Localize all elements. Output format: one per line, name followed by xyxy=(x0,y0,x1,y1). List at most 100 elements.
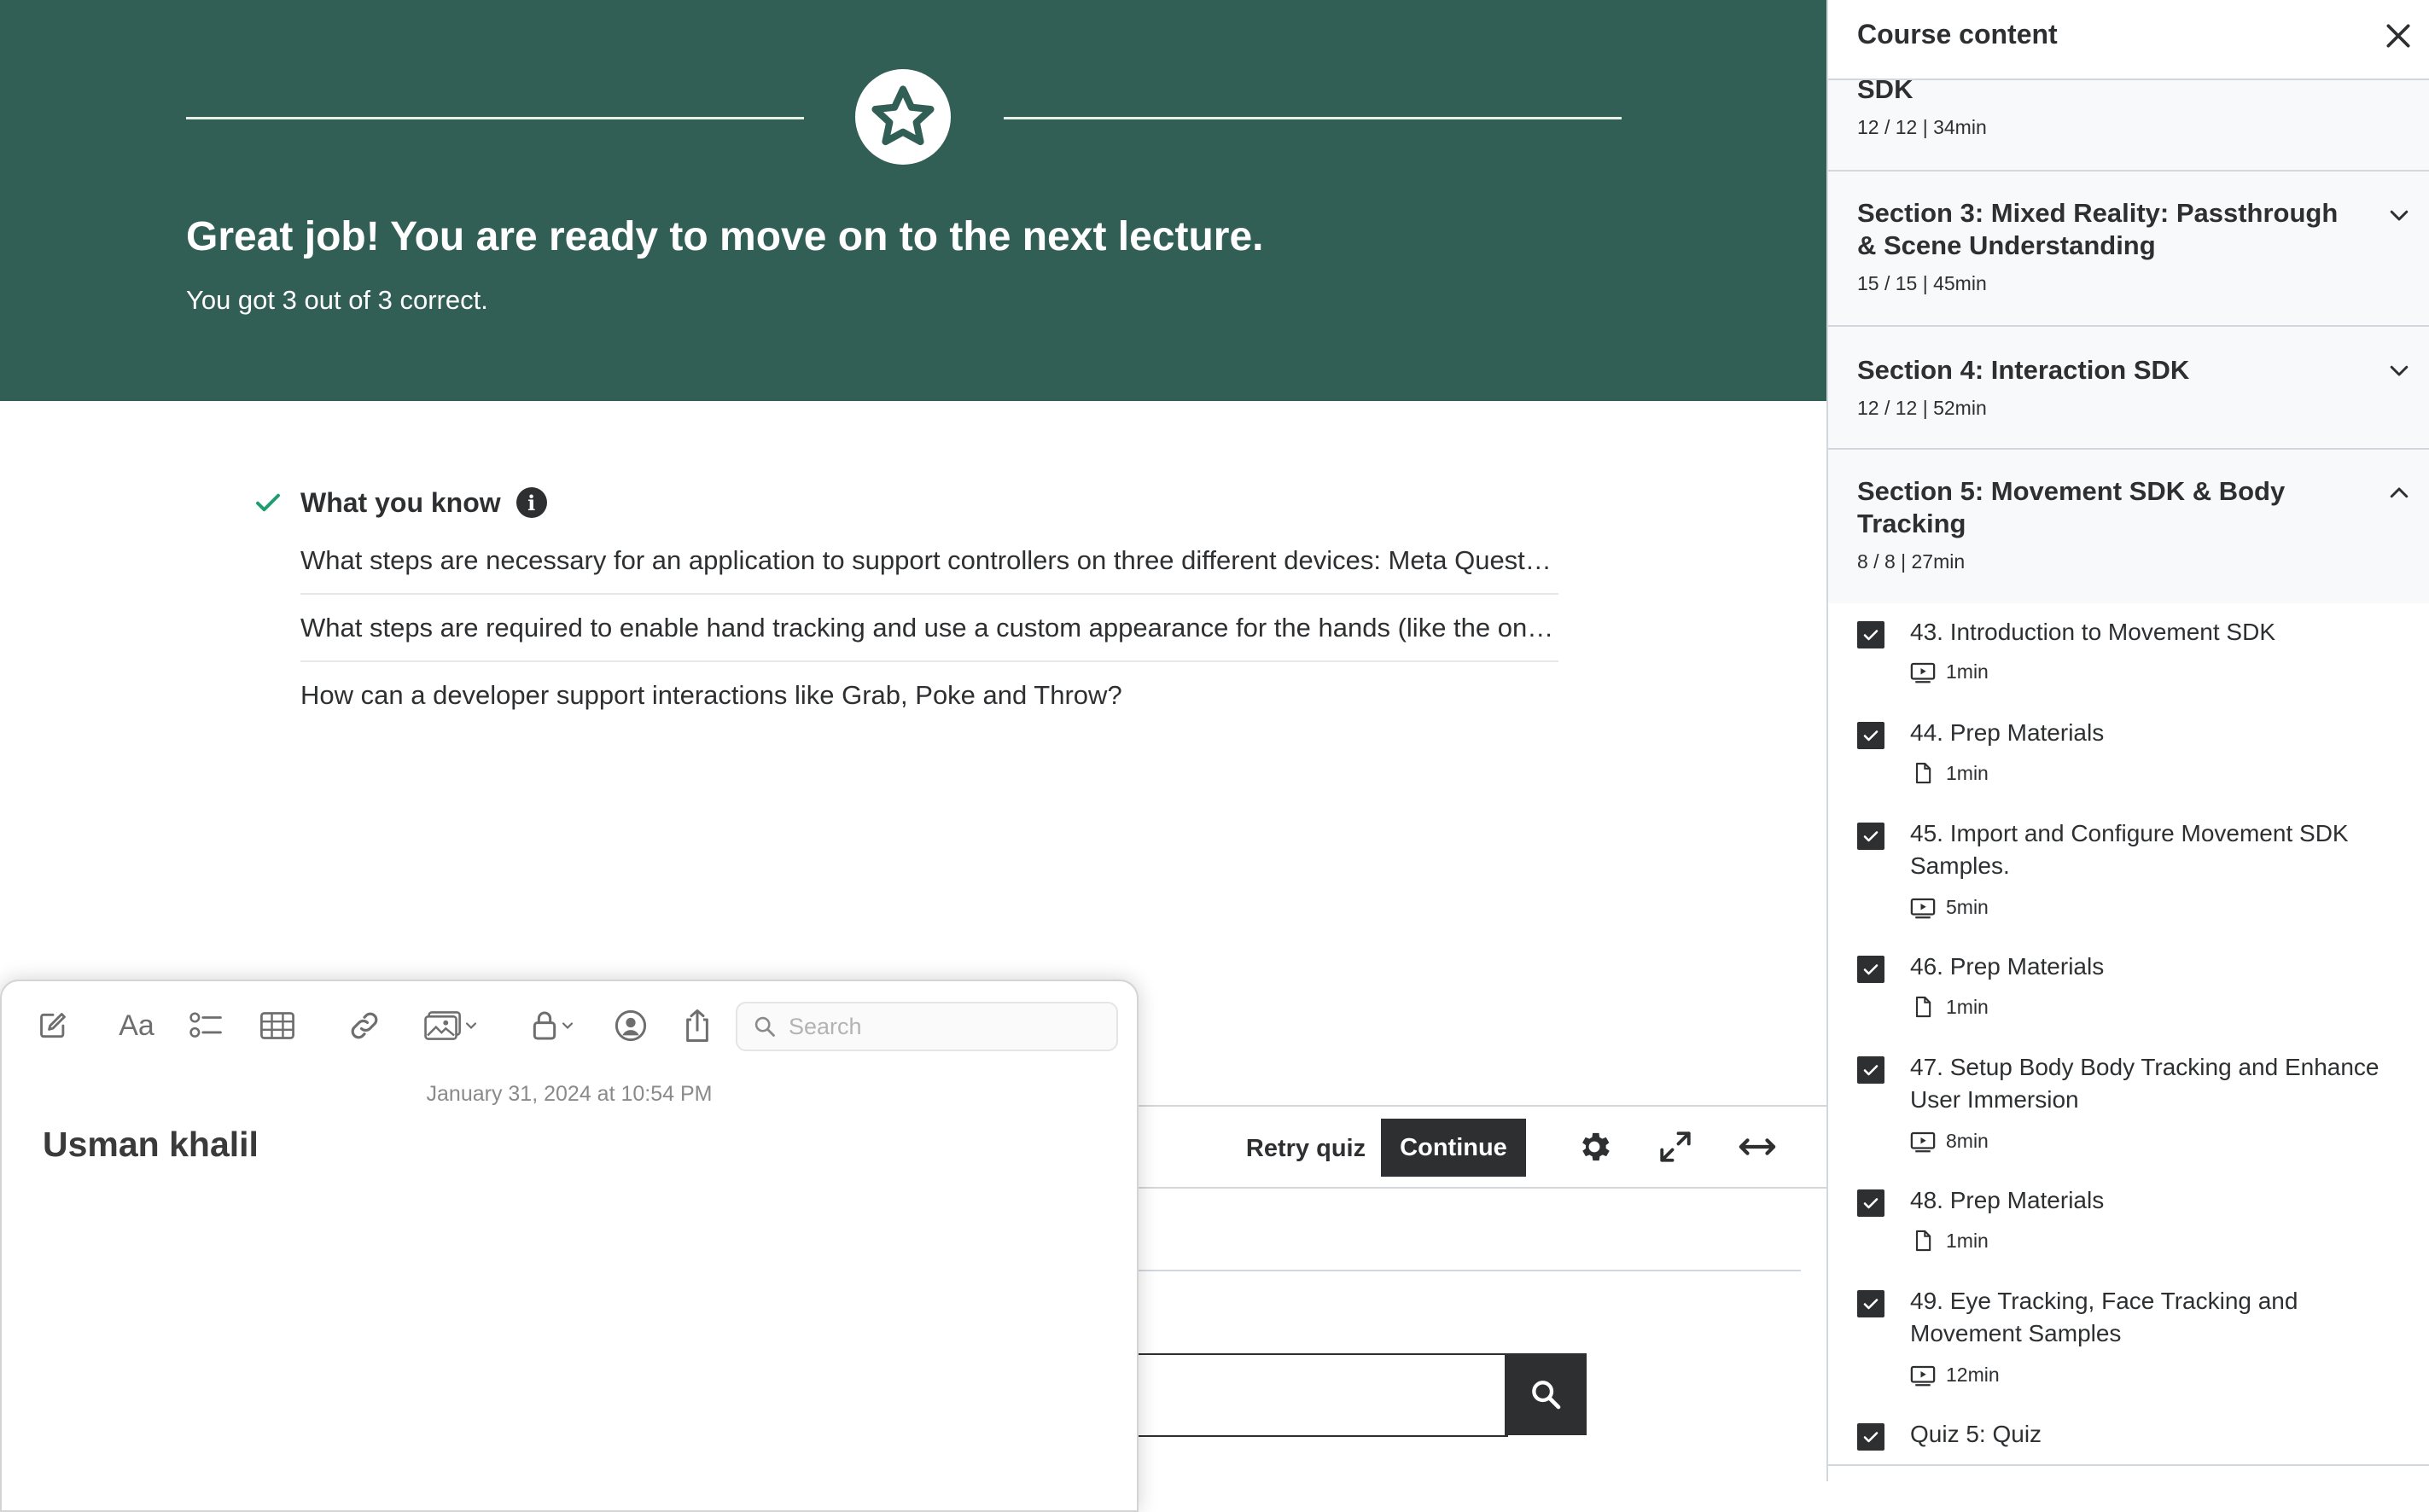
lecture-title: 48. Prep Materials xyxy=(1910,1187,2105,1213)
known-questions-list: What steps are necessary for an applicat… xyxy=(253,527,1558,728)
note-title[interactable]: Usman khalil xyxy=(43,1125,259,1165)
lecture-duration: 1min xyxy=(1946,995,1989,1018)
search-icon xyxy=(754,1016,775,1037)
chevron-down-icon xyxy=(2390,210,2409,221)
lecture-title: 43. Introduction to Movement SDK xyxy=(1910,619,2275,645)
expand-icon xyxy=(1660,1131,1691,1162)
lecture-title: 47. Setup Body Body Tracking and Enhance… xyxy=(1910,1054,2379,1113)
completed-checkbox[interactable] xyxy=(1857,823,1884,850)
page-search-button[interactable] xyxy=(1505,1353,1587,1435)
course-content-sidebar: Course content SDK 12 / 12 | 34min Secti… xyxy=(1826,0,2429,1481)
video-icon xyxy=(1910,1365,1936,1386)
section-title: Section 5: Movement SDK & Body Tracking xyxy=(1857,476,2286,538)
file-icon xyxy=(1915,762,1931,784)
lecture-item[interactable]: 43. Introduction to Movement SDK 1min xyxy=(1828,606,2429,705)
checklist-icon xyxy=(189,1012,222,1038)
link-icon xyxy=(351,1012,378,1039)
note-date: January 31, 2024 at 10:54 PM xyxy=(426,1082,713,1106)
lecture-item[interactable]: 47. Setup Body Body Tracking and Enhance… xyxy=(1828,1041,2429,1172)
completed-checkbox[interactable] xyxy=(1857,1056,1884,1084)
section-meta: 12 / 12 | 34min xyxy=(1857,116,1987,138)
lecture-item[interactable]: Quiz 5: Quiz xyxy=(1828,1408,2429,1481)
collaborate-link-button[interactable] xyxy=(345,1007,384,1044)
compose-button[interactable] xyxy=(34,1007,72,1044)
completed-checkbox[interactable] xyxy=(1857,1290,1884,1317)
share-icon xyxy=(686,1009,708,1042)
lecture-title: Quiz 5: Quiz xyxy=(1910,1421,2042,1447)
lecture-item[interactable]: 45. Import and Configure Movement SDK Sa… xyxy=(1828,807,2429,939)
result-title: Great job! You are ready to move on to t… xyxy=(186,214,1264,259)
check-icon xyxy=(256,493,280,512)
media-button[interactable] xyxy=(418,1007,485,1044)
section-meta: 12 / 12 | 52min xyxy=(1857,397,1987,419)
table-button[interactable] xyxy=(258,1007,297,1044)
sidebar-section-4[interactable]: Section 4: Interaction SDK 12 / 12 | 52m… xyxy=(1828,327,2429,450)
share-with-people-button[interactable] xyxy=(611,1007,650,1044)
lecture-title: 45. Import and Configure Movement SDK Sa… xyxy=(1910,820,2349,879)
sidebar-section-3[interactable]: Section 3: Mixed Reality: Passthrough & … xyxy=(1828,172,2429,327)
lecture-duration: 12min xyxy=(1946,1364,2000,1386)
close-icon[interactable] xyxy=(2381,19,2415,53)
sidebar-section-5[interactable]: Section 5: Movement SDK & Body Tracking … xyxy=(1828,450,2429,603)
checkmark-icon xyxy=(1863,1065,1879,1076)
lecture-item[interactable]: 49. Eye Tracking, Face Tracking and Move… xyxy=(1828,1275,2429,1406)
completed-checkbox[interactable] xyxy=(1857,621,1884,648)
banner-divider-left xyxy=(186,117,804,119)
lecture-title: 49. Eye Tracking, Face Tracking and Move… xyxy=(1910,1288,2298,1346)
notes-search-field[interactable] xyxy=(736,1002,1118,1051)
star-badge xyxy=(855,69,951,165)
completed-checkbox[interactable] xyxy=(1857,1423,1884,1451)
result-score: You got 3 out of 3 correct. xyxy=(186,285,488,315)
fullscreen-button[interactable] xyxy=(1654,1125,1697,1168)
notes-window: Aa Search January 31, 2024 at 10:54 PM U… xyxy=(0,980,1139,1512)
info-icon[interactable]: i xyxy=(516,487,547,518)
notes-search-input[interactable] xyxy=(787,1010,1106,1043)
lecture-item[interactable]: 44. Prep Materials 1min xyxy=(1828,707,2429,805)
sidebar-header: Course content xyxy=(1828,0,2429,80)
wide-screen-icon xyxy=(1739,1138,1776,1155)
chevron-down-icon xyxy=(465,1022,477,1030)
table-icon xyxy=(260,1012,294,1039)
gear-icon xyxy=(1582,1132,1610,1161)
checkmark-icon xyxy=(1863,1198,1879,1209)
lecture-title: 46. Prep Materials xyxy=(1910,953,2105,980)
chevron-down-icon xyxy=(562,1022,574,1030)
completed-checkbox[interactable] xyxy=(1857,956,1884,983)
section-title: Section 4: Interaction SDK xyxy=(1857,355,2190,385)
video-icon xyxy=(1910,1131,1936,1152)
known-question: What steps are required to enable hand t… xyxy=(300,595,1558,662)
lecture-item[interactable]: 48. Prep Materials 1min xyxy=(1828,1174,2429,1273)
lecture-duration: 1min xyxy=(1946,1229,1989,1252)
checkmark-icon xyxy=(1863,1299,1879,1310)
section-meta: 8 / 8 | 27min xyxy=(1857,550,1966,573)
continue-button[interactable]: Continue xyxy=(1381,1119,1526,1177)
lock-button[interactable] xyxy=(524,1007,582,1044)
share-button[interactable] xyxy=(678,1007,717,1044)
search-icon xyxy=(1532,1381,1561,1410)
completed-checkbox[interactable] xyxy=(1857,722,1884,749)
completed-checkbox[interactable] xyxy=(1857,1189,1884,1217)
checkmark-icon xyxy=(1863,964,1879,975)
lock-icon xyxy=(533,1011,556,1040)
settings-button[interactable] xyxy=(1573,1125,1616,1168)
lecture-duration: 5min xyxy=(1946,896,1989,918)
lecture-duration: 1min xyxy=(1946,660,1989,683)
section-meta: 15 / 15 | 45min xyxy=(1857,272,1987,294)
format-text-button[interactable]: Aa xyxy=(113,1007,160,1044)
retry-quiz-button[interactable]: Retry quiz xyxy=(1229,1120,1383,1177)
photo-icon xyxy=(424,1011,461,1040)
collaboration-icon xyxy=(615,1009,647,1042)
quiz-result-banner: Great job! You are ready to move on to t… xyxy=(0,0,1826,401)
banner-divider-right xyxy=(1004,117,1622,119)
checkmark-icon xyxy=(1863,831,1879,842)
lecture-title: 44. Prep Materials xyxy=(1910,719,2105,746)
section-title: Section 3: Mixed Reality: Passthrough & … xyxy=(1857,198,2339,260)
file-icon xyxy=(1915,1230,1931,1252)
lecture-item[interactable]: 46. Prep Materials 1min xyxy=(1828,940,2429,1039)
checkmark-icon xyxy=(1863,730,1879,741)
checkmark-icon xyxy=(1863,1432,1879,1443)
checklist-button[interactable] xyxy=(186,1007,225,1044)
wide-screen-button[interactable] xyxy=(1736,1125,1779,1168)
known-question: What steps are necessary for an applicat… xyxy=(300,527,1558,595)
video-icon xyxy=(1910,662,1936,683)
